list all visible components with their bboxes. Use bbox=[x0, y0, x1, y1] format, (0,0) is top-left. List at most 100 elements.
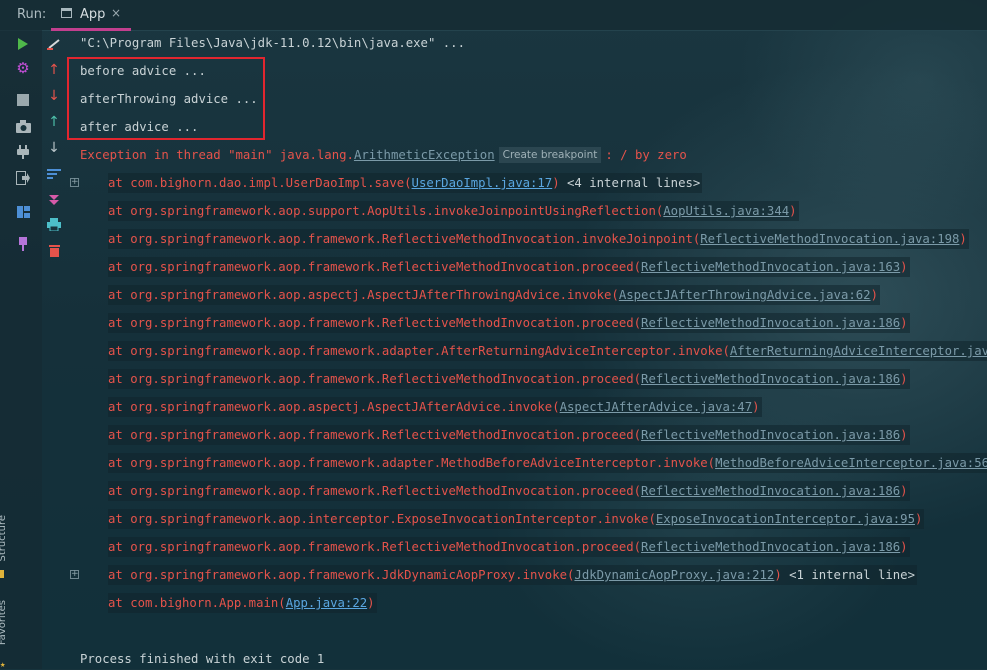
stack-frame-close: ) bbox=[752, 400, 760, 414]
plug-icon bbox=[17, 145, 29, 159]
source-file-link[interactable]: AopUtils.java:344 bbox=[663, 204, 789, 218]
run-actions-column: ⚙ Structure Favorites ★ bbox=[0, 30, 42, 670]
stack-frame-line: at org.springframework.aop.framework.Ref… bbox=[108, 313, 910, 333]
arrow-up-icon: ↑ bbox=[48, 114, 60, 130]
soft-wrap-button[interactable] bbox=[44, 164, 64, 184]
tab-app[interactable]: App × bbox=[51, 0, 131, 31]
tab-app-title: App bbox=[80, 7, 106, 22]
stack-frame-close: ) bbox=[900, 316, 908, 330]
stack-frame-close: ) bbox=[914, 512, 923, 526]
exit-message: Process finished with exit code 1 bbox=[80, 652, 325, 666]
stack-frame-text: at org.springframework.aop.framework.Ref… bbox=[108, 372, 642, 386]
stack-frame-line: at org.springframework.aop.framework.Jdk… bbox=[108, 565, 917, 585]
stack-frame-line: at org.springframework.aop.framework.ada… bbox=[108, 341, 987, 361]
rerun-button[interactable] bbox=[13, 34, 33, 54]
structure-tool-window-tab[interactable]: Structure bbox=[0, 515, 8, 562]
favorites-label: Favorites bbox=[0, 600, 8, 646]
source-file-link[interactable]: ExposeInvocationInterceptor.java:95 bbox=[656, 512, 915, 526]
source-file-link[interactable]: ReflectiveMethodInvocation.java:186 bbox=[641, 316, 900, 330]
stack-frame-close: ) bbox=[552, 176, 560, 190]
previous-occurrence-button[interactable]: ↑ bbox=[44, 112, 64, 132]
output-line: before advice ... bbox=[80, 64, 206, 78]
stack-frame-line: at org.springframework.aop.framework.Ref… bbox=[108, 425, 910, 445]
clear-console-button[interactable] bbox=[44, 34, 64, 54]
gear-icon: ⚙ bbox=[16, 58, 30, 77]
stack-frame-line: at org.springframework.aop.framework.Ref… bbox=[108, 481, 910, 501]
stack-frame-text: at org.springframework.aop.framework.Ref… bbox=[108, 260, 642, 274]
stack-frame-close: ) bbox=[367, 596, 375, 610]
soft-wrap-icon bbox=[47, 169, 61, 179]
pin-button[interactable] bbox=[13, 234, 33, 254]
stack-frame-text: at com.bighorn.App.main( bbox=[108, 596, 286, 610]
stack-frame-line: at org.springframework.aop.aspectj.Aspec… bbox=[108, 397, 762, 417]
source-file-link[interactable]: ReflectiveMethodInvocation.java:186 bbox=[641, 540, 900, 554]
exception-line: Exception in thread "main" java.lang.Ari… bbox=[80, 145, 687, 165]
stack-frame-line: at org.springframework.aop.support.AopUt… bbox=[108, 201, 799, 221]
source-file-link[interactable]: AspectJAfterThrowingAdvice.java:62 bbox=[619, 288, 871, 302]
stack-frame-text: at org.springframework.aop.interceptor.E… bbox=[108, 512, 656, 526]
stack-frame-close: ) bbox=[774, 568, 782, 582]
stack-frame-text: at org.springframework.aop.framework.Ref… bbox=[108, 316, 642, 330]
down-stack-button[interactable]: ↓ bbox=[44, 86, 64, 106]
stack-frame-line: at com.bighorn.dao.impl.UserDaoImpl.save… bbox=[108, 173, 703, 193]
source-file-link[interactable]: JdkDynamicAopProxy.java:212 bbox=[574, 568, 774, 582]
fold-expand-icon[interactable]: + bbox=[70, 570, 79, 579]
source-file-link[interactable]: AspectJAfterAdvice.java:47 bbox=[560, 400, 753, 414]
structure-label: Structure bbox=[0, 515, 8, 562]
stack-frame-close: ) bbox=[900, 484, 908, 498]
exit-button[interactable] bbox=[13, 168, 33, 188]
arrow-down-icon: ↓ bbox=[48, 140, 60, 156]
source-file-link[interactable]: ReflectiveMethodInvocation.java:198 bbox=[700, 232, 959, 246]
stack-frame-text: at org.springframework.aop.aspectj.Aspec… bbox=[108, 400, 560, 414]
favorites-tool-window-tab[interactable]: Favorites bbox=[0, 600, 8, 645]
pin-icon bbox=[19, 237, 27, 251]
layout-button[interactable] bbox=[13, 202, 33, 222]
printer-icon bbox=[47, 217, 61, 231]
stack-frame-text: at org.springframework.aop.framework.Jdk… bbox=[108, 568, 575, 582]
camera-icon bbox=[15, 119, 31, 133]
settings-button[interactable]: ⚙ bbox=[13, 58, 33, 78]
internal-lines-fold[interactable]: <4 internal lines> bbox=[560, 176, 700, 190]
dump-threads-button[interactable] bbox=[13, 116, 33, 136]
attach-debugger-button[interactable] bbox=[13, 142, 33, 162]
exception-class-link[interactable]: ArithmeticException bbox=[354, 148, 495, 162]
console-output[interactable]: "C:\Program Files\Java\jdk-11.0.12\bin\j… bbox=[80, 30, 987, 669]
stack-frame-text: at org.springframework.aop.support.AopUt… bbox=[108, 204, 664, 218]
tab-close-icon[interactable]: × bbox=[111, 6, 121, 20]
source-file-link[interactable]: UserDaoImpl.java:17 bbox=[412, 176, 553, 190]
source-file-link[interactable]: ReflectiveMethodInvocation.java:186 bbox=[641, 428, 900, 442]
fold-expand-icon[interactable]: + bbox=[70, 178, 79, 187]
source-file-link[interactable]: ReflectiveMethodInvocation.java:186 bbox=[641, 484, 900, 498]
source-file-link[interactable]: MethodBeforeAdviceInterceptor.java:56 bbox=[715, 456, 987, 470]
structure-marker bbox=[0, 570, 4, 578]
arrow-down-icon: ↓ bbox=[48, 88, 60, 104]
create-breakpoint-button[interactable]: Create breakpoint bbox=[498, 147, 602, 163]
stack-frame-text: at org.springframework.aop.framework.Ref… bbox=[108, 232, 701, 246]
next-occurrence-button[interactable]: ↓ bbox=[44, 138, 64, 158]
source-file-link[interactable]: ReflectiveMethodInvocation.java:163 bbox=[641, 260, 900, 274]
run-toolbar-header: Run: App × bbox=[0, 0, 987, 31]
brush-icon bbox=[47, 39, 60, 50]
source-file-link[interactable]: App.java:22 bbox=[286, 596, 367, 610]
scroll-to-end-button[interactable] bbox=[44, 190, 64, 210]
arrow-up-icon: ↑ bbox=[48, 62, 60, 78]
up-stack-button[interactable]: ↑ bbox=[44, 60, 64, 80]
stack-frame-close: ) bbox=[900, 540, 908, 554]
exit-icon bbox=[16, 171, 30, 185]
stack-frame-text: at org.springframework.aop.framework.Ref… bbox=[108, 540, 642, 554]
stack-frame-text: at org.springframework.aop.framework.ada… bbox=[108, 344, 730, 358]
stack-frame-close: ) bbox=[900, 260, 908, 274]
stop-button[interactable] bbox=[13, 90, 33, 110]
source-file-link[interactable]: ReflectiveMethodInvocation.java:186 bbox=[641, 372, 900, 386]
stack-frame-text: at com.bighorn.dao.impl.UserDaoImpl.save… bbox=[108, 176, 412, 190]
stack-frame-line: at org.springframework.aop.aspectj.Aspec… bbox=[108, 285, 880, 305]
delete-button[interactable] bbox=[44, 240, 64, 260]
stack-frame-text: at org.springframework.aop.framework.Ref… bbox=[108, 428, 642, 442]
stack-frame-close: ) bbox=[789, 204, 797, 218]
stack-frame-line: at org.springframework.aop.framework.Ref… bbox=[108, 537, 910, 557]
internal-lines-fold[interactable]: <1 internal line> bbox=[782, 568, 915, 582]
output-line: afterThrowing advice ... bbox=[80, 92, 258, 106]
source-file-link[interactable]: AfterReturningAdviceInterceptor.java:55 bbox=[730, 344, 987, 358]
print-button[interactable] bbox=[44, 214, 64, 234]
console-actions-column: ↑ ↓ ↑ ↓ bbox=[42, 30, 66, 669]
